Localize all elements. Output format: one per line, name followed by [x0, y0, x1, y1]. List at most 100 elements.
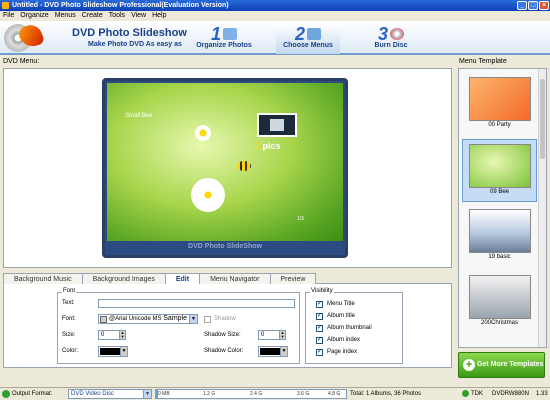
- burner-drive[interactable]: TDK: [462, 388, 483, 400]
- album-thumbnail-label: Album thumbnail: [327, 325, 372, 331]
- output-format-select[interactable]: DVD Video Disc ▼: [68, 389, 152, 399]
- menu-title-label: Menu Title: [327, 301, 355, 307]
- dvd-menu-preview: Small Bee 1 pics 1/3 DVD Photo SlideShow: [102, 78, 348, 258]
- capacity-tick: 0 MB: [158, 391, 170, 397]
- disc-capacity-bar: 0 MB 1.2 G 2.4 G 3.6 G 4.8 G: [155, 389, 347, 399]
- step-number: 2: [294, 24, 305, 44]
- tab-preview[interactable]: Preview: [269, 273, 317, 284]
- step-burn-disc[interactable]: 3 Burn Disc: [362, 24, 420, 54]
- spin-arrows-icon[interactable]: ▲ ▼: [279, 331, 285, 339]
- template-scrollbar[interactable]: [538, 69, 546, 347]
- scrollbar-thumb[interactable]: [540, 79, 545, 159]
- shadow-label: Shadow: [214, 316, 236, 322]
- capacity-tick: 3.6 G: [297, 391, 310, 397]
- shadow-size-stepper[interactable]: 0 ▲ ▼: [258, 330, 286, 340]
- template-thumbnail: [468, 144, 531, 188]
- step-label: Choose Menus: [283, 42, 333, 49]
- text-input[interactable]: [98, 299, 295, 308]
- album-index[interactable]: 1 pics: [255, 141, 281, 151]
- capacity-tick: 4.8 G: [328, 391, 341, 397]
- menu-title-checkbox[interactable]: ✓: [316, 301, 323, 308]
- dvd-caption: DVD Photo SlideShow: [188, 243, 262, 250]
- drive-icon: [462, 389, 469, 397]
- size-stepper[interactable]: 0 ▲ ▼: [98, 330, 126, 340]
- tab-bar: Background Music Background Images Edit …: [3, 273, 452, 285]
- color-swatch: [100, 348, 120, 355]
- photos-icon: [223, 28, 237, 40]
- menu-bar: File Organize Menus Create Tools View He…: [0, 11, 550, 21]
- font-select[interactable]: @Arial Unicode MS Sample ▼: [98, 314, 198, 324]
- edit-panel: Font Text: Font: @Arial Unicode MS Sampl…: [3, 284, 452, 368]
- spin-arrows-icon[interactable]: ▲ ▼: [119, 331, 125, 339]
- font-value: @Arial Unicode MS: [109, 316, 162, 322]
- album-title-checkbox[interactable]: ✓: [316, 313, 323, 320]
- dvd-menu-title[interactable]: Small Bee: [125, 113, 152, 119]
- app-icon: [2, 2, 9, 9]
- album-thumbnail-checkbox[interactable]: ✓: [316, 325, 323, 332]
- step-label: Burn Disc: [374, 42, 408, 49]
- output-format-value: DVD Video Disc: [71, 391, 114, 397]
- template-item[interactable]: 09 Bee: [462, 139, 537, 202]
- shadow-size-label: Shadow Size:: [204, 332, 241, 338]
- menus-icon: [307, 28, 321, 40]
- template-name: 200Christmas: [480, 320, 518, 326]
- output-format-label: Output Format:: [12, 391, 53, 397]
- chevron-down-icon[interactable]: ▼: [143, 390, 151, 398]
- shadow-checkbox[interactable]: [204, 316, 211, 323]
- color-label: Color:: [62, 348, 79, 354]
- page-index[interactable]: 1/3: [297, 216, 304, 222]
- maximize-button[interactable]: □: [528, 1, 538, 10]
- font-label: Font:: [62, 316, 76, 322]
- step-organize-photos[interactable]: 1 Organize Photos: [188, 24, 260, 54]
- flower-decoration: [191, 178, 225, 212]
- minimize-button[interactable]: _: [517, 1, 527, 10]
- flower-decoration: [195, 125, 211, 141]
- template-item[interactable]: 00 Party: [462, 73, 537, 136]
- font-type-icon: [100, 316, 107, 323]
- step-number: 3: [377, 24, 388, 44]
- shadow-color-label: Shadow Color:: [204, 348, 244, 354]
- status-bar: Output Format: DVD Video Disc ▼ 0 MB 1.2…: [0, 387, 550, 400]
- menu-help[interactable]: Help: [152, 11, 166, 21]
- get-more-templates-button[interactable]: + Get More Templates ...: [458, 352, 545, 392]
- page-index-label: Page index: [327, 349, 358, 355]
- template-item[interactable]: 200Christmas: [462, 271, 537, 334]
- chevron-down-icon[interactable]: ▼: [280, 347, 287, 356]
- size-value: 0: [101, 332, 105, 338]
- menu-menus[interactable]: Menus: [55, 11, 76, 21]
- bee-decoration: [237, 161, 251, 171]
- template-list[interactable]: 00 Party 09 Bee 19 basic 200Christmas: [458, 68, 547, 348]
- step-label: Organize Photos: [196, 42, 252, 49]
- font-group-title: Font: [62, 288, 77, 294]
- title-bar: Untitled - DVD Photo Slideshow Professio…: [0, 0, 550, 11]
- chevron-down-icon[interactable]: ▼: [120, 347, 127, 356]
- capacity-tick: 2.4 G: [250, 391, 263, 397]
- tab-background-images[interactable]: Background Images: [81, 273, 166, 284]
- menu-create[interactable]: Create: [82, 11, 103, 21]
- menu-tools[interactable]: Tools: [109, 11, 125, 21]
- dvd-menu-label: DVD Menu:: [3, 58, 40, 65]
- template-item[interactable]: 19 basic: [462, 205, 537, 268]
- step-choose-menus[interactable]: 2 Choose Menus: [276, 24, 340, 54]
- album-thumbnail[interactable]: [257, 113, 297, 137]
- color-picker[interactable]: ▼: [98, 346, 128, 357]
- capacity-tick: 1.2 G: [203, 391, 216, 397]
- album-index-checkbox[interactable]: ✓: [316, 337, 323, 344]
- chevron-down-icon[interactable]: ▼: [189, 315, 197, 323]
- template-name: 00 Party: [488, 122, 511, 128]
- visibility-group-title: Visibility: [310, 288, 334, 294]
- template-name: 19 basic: [488, 254, 511, 260]
- font-sample: Sample: [163, 315, 187, 322]
- tab-background-music[interactable]: Background Music: [3, 273, 83, 284]
- page-index-checkbox[interactable]: ✓: [316, 349, 323, 356]
- window-title: Untitled - DVD Photo Slideshow Professio…: [12, 2, 229, 9]
- tab-menu-navigator[interactable]: Menu Navigator: [199, 273, 271, 284]
- menu-file[interactable]: File: [3, 11, 14, 21]
- shadow-color-picker[interactable]: ▼: [258, 346, 288, 357]
- menu-view[interactable]: View: [131, 11, 146, 21]
- close-button[interactable]: ×: [539, 1, 549, 10]
- album-title-label: Album title: [327, 313, 356, 319]
- shadow-size-value: 0: [261, 332, 265, 338]
- menu-organize[interactable]: Organize: [20, 11, 48, 21]
- visibility-group: Visibility ✓ Menu Title ✓ Album title ✓ …: [305, 288, 403, 364]
